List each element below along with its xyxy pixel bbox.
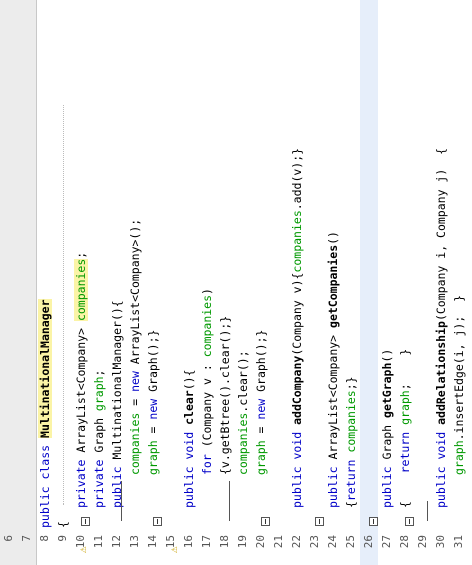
code-line[interactable]: 13 — [128, 0, 180, 565]
code-line[interactable]: 12 graph = new Graph();} — [110, 0, 162, 565]
code-text[interactable]: private ArrayList<Company> companies; — [72, 252, 90, 508]
fold-collapse-icon[interactable] — [261, 517, 270, 526]
line-number: 18 — [218, 535, 231, 549]
code-text[interactable]: public ArrayList<Company> getCompanies() — [324, 231, 342, 508]
code-text[interactable]: graph = new Graph();} — [144, 330, 162, 475]
code-line[interactable]: 23 {return companies;} — [308, 0, 360, 565]
line-number: 20 — [254, 535, 267, 549]
fold-guide — [229, 481, 230, 521]
guide-dots — [63, 105, 64, 505]
line-number: 13 — [128, 535, 141, 549]
code-text[interactable]: public void clear(){ — [180, 370, 198, 509]
code-line[interactable]: 8 private ArrayList<Company> companies; — [38, 0, 90, 565]
code-line[interactable]: 17 companies.clear(); — [200, 0, 252, 565]
line-number: 9 — [56, 535, 69, 542]
code-text[interactable]: {return companies;} — [342, 376, 360, 508]
code-text[interactable]: { — [54, 521, 72, 528]
code-text[interactable]: public void addCompany(Company v){compan… — [288, 148, 306, 508]
code-line[interactable]: 19 — [236, 0, 288, 565]
code-line[interactable]: 22 public ArrayList<Company> getCompanie… — [290, 0, 342, 565]
code-line[interactable]: 29 graph.insertEdge(i, j); } — [416, 0, 468, 565]
fold-guide — [427, 501, 428, 521]
line-number: 22 — [290, 535, 303, 549]
code-line[interactable]: 25 public Graph getGraph() — [344, 0, 396, 565]
code-text[interactable]: companies = new ArrayList<Company>(); — [126, 219, 144, 475]
fold-collapse-icon[interactable] — [369, 517, 378, 526]
code-line[interactable]: 16 {v.getBtree().clear();} — [182, 0, 234, 565]
code-line[interactable]: 20 public void addCompany(Company v){com… — [254, 0, 306, 565]
line-number: 14 — [146, 535, 159, 549]
line-number: 29 — [416, 535, 429, 549]
line-number: 27 — [380, 535, 393, 549]
warning-marker-icon: ⚠ — [167, 546, 180, 553]
code-line[interactable]: 30 — [434, 0, 472, 565]
line-number: 19 — [236, 535, 249, 549]
code-line[interactable]: 28 public void addRelationship(Company i… — [398, 0, 450, 565]
warning-marker-icon: ⚠ — [76, 546, 89, 553]
line-number-gutter — [0, 0, 37, 565]
editor-viewport: 6 public class MultinationalManager 7 { … — [0, 0, 472, 565]
line-number: 21 — [272, 535, 285, 549]
code-text[interactable]: graph = new Graph();} — [252, 330, 270, 475]
line-number: 6 — [2, 535, 15, 542]
line-number: 31 — [452, 535, 465, 549]
code-text[interactable]: companies.clear(); — [234, 350, 252, 475]
code-text[interactable]: { return graph; } — [396, 349, 414, 508]
code-line[interactable]: 9 private Graph graph; — [56, 0, 108, 565]
code-area[interactable]: 6 public class MultinationalManager 7 { … — [2, 0, 472, 565]
code-line[interactable]: 18 graph = new Graph();} — [218, 0, 270, 565]
code-line[interactable]: 10 ⚠ public MultinationalManager(){ — [74, 0, 126, 565]
fold-collapse-icon[interactable] — [405, 517, 414, 526]
line-number: 23 — [308, 535, 321, 549]
line-number: 28 — [398, 535, 411, 549]
code-text[interactable]: for (Company v : companies) — [198, 288, 216, 475]
line-number: 30 — [434, 535, 447, 549]
code-line[interactable]: 11 companies = new ArrayList<Company>(); — [92, 0, 144, 565]
code-line[interactable]: 14 public void clear(){ — [146, 0, 198, 565]
fold-collapse-icon[interactable] — [315, 517, 324, 526]
fold-guide — [121, 481, 122, 521]
code-text[interactable]: public class MultinationalManager — [36, 299, 54, 528]
line-number: 7 — [20, 535, 33, 542]
line-number: 17 — [200, 535, 213, 549]
code-line[interactable]: 27 — [380, 0, 432, 565]
fold-collapse-icon[interactable] — [153, 517, 162, 526]
line-number: 25 — [344, 535, 357, 549]
code-text[interactable]: {v.getBtree().clear();} — [216, 316, 234, 475]
line-number: 12 — [110, 535, 123, 549]
code-line[interactable]: 26 { return graph; } — [362, 0, 414, 565]
line-number: 24 — [326, 535, 339, 549]
code-text[interactable]: public Graph getGraph() — [378, 349, 396, 508]
code-text[interactable]: graph.insertEdge(i, j); } — [450, 295, 468, 475]
line-number: 8 — [38, 535, 51, 542]
line-number: 16 — [182, 535, 195, 549]
code-line[interactable]: 15 ⚠ for (Company v : companies) — [164, 0, 216, 565]
line-number: 11 — [92, 535, 105, 549]
code-text[interactable]: public void addRelationship(Company i, C… — [432, 148, 450, 508]
line-number: 26 — [362, 535, 375, 549]
code-editor[interactable]: 6 public class MultinationalManager 7 { … — [0, 0, 472, 565]
code-line[interactable]: 21 — [272, 0, 324, 565]
code-text[interactable]: public MultinationalManager(){ — [108, 300, 126, 508]
code-line[interactable]: 6 public class MultinationalManager — [2, 0, 54, 565]
code-line[interactable]: 7 { — [20, 0, 72, 565]
fold-collapse-icon[interactable] — [81, 517, 90, 526]
code-text[interactable]: private Graph graph; — [90, 370, 108, 509]
code-line-current[interactable]: 24 — [326, 0, 378, 565]
